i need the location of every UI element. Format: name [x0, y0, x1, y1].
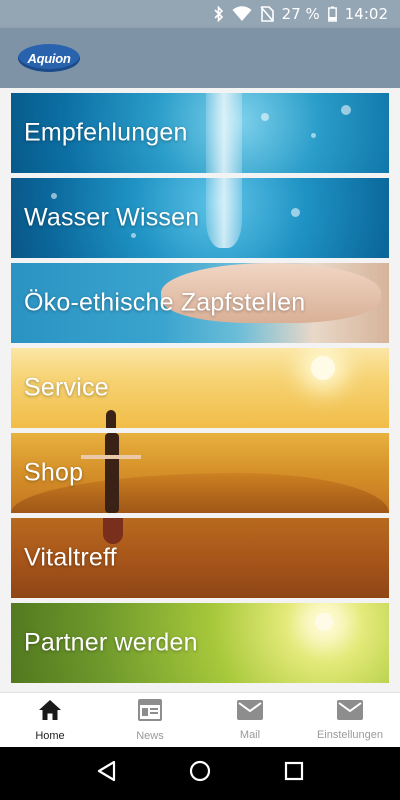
woman-figure — [105, 433, 119, 513]
menu-label: Service — [24, 373, 109, 402]
back-icon[interactable] — [96, 760, 116, 787]
woman-figure — [106, 410, 116, 428]
menu-label: Partner werden — [24, 628, 198, 657]
woman-figure — [103, 518, 123, 544]
water-stream — [206, 178, 242, 248]
home-icon — [38, 699, 62, 726]
menu-tile-wasser-wissen[interactable]: Wasser Wissen — [11, 178, 389, 258]
nav-label: Home — [35, 729, 65, 742]
nav-label: Einstellungen — [316, 728, 384, 741]
menu-label: Empfehlungen — [24, 118, 188, 147]
nav-news[interactable]: News — [100, 693, 200, 747]
battery-percent: 27 % — [281, 5, 320, 23]
water-bubble — [291, 208, 300, 217]
status-time: 14:02 — [344, 5, 388, 23]
water-bubble — [131, 233, 136, 238]
menu-tile-partner-werden[interactable]: Partner werden — [11, 603, 389, 683]
nav-home[interactable]: Home — [0, 693, 100, 747]
menu-tile-shop[interactable]: Shop — [11, 433, 389, 513]
woman-arms — [81, 455, 141, 459]
aquion-logo[interactable]: Aquion — [18, 44, 80, 72]
menu-label: Öko-ethische Zapfstellen — [24, 288, 306, 317]
water-bubble — [341, 105, 351, 115]
sun-glow — [311, 356, 335, 380]
wifi-icon — [232, 6, 252, 22]
bottom-navigation: Home News Mail Einstellungen — [0, 692, 400, 747]
menu-tile-service[interactable]: Service — [11, 348, 389, 428]
nav-mail[interactable]: Mail — [200, 693, 300, 747]
menu-tile-empfehlungen[interactable]: Empfehlungen — [11, 93, 389, 173]
news-icon — [138, 698, 162, 726]
menu-tile-oeko-ethische-zapfstellen[interactable]: Öko-ethische Zapfstellen — [11, 263, 389, 343]
home-circle-icon[interactable] — [189, 760, 211, 787]
water-bubble — [51, 193, 57, 199]
water-bubble — [261, 113, 269, 121]
bluetooth-icon — [214, 6, 224, 22]
water-stream — [206, 93, 242, 173]
menu-label: Vitaltreff — [24, 543, 117, 572]
status-bar: 27 % 14:02 — [0, 0, 400, 28]
menu-list: Empfehlungen Wasser Wissen Öko-ethische … — [0, 88, 400, 692]
menu-tile-vitaltreff[interactable]: Vitaltreff — [11, 518, 389, 598]
mail-icon — [237, 699, 263, 725]
logo-text: Aquion — [27, 50, 71, 66]
recents-icon[interactable] — [284, 761, 304, 786]
menu-label: Wasser Wissen — [24, 203, 200, 232]
nav-label: News — [136, 729, 164, 742]
sun-glow — [315, 613, 333, 631]
system-navigation-bar — [0, 747, 400, 800]
settings-mail-icon — [337, 699, 363, 725]
nav-einstellungen[interactable]: Einstellungen — [300, 693, 400, 747]
app-bar: Aquion — [0, 28, 400, 88]
nav-label: Mail — [239, 728, 261, 741]
water-bubble — [311, 133, 316, 138]
no-sim-icon — [260, 6, 274, 22]
menu-label: Shop — [24, 458, 84, 487]
battery-icon — [327, 6, 337, 22]
